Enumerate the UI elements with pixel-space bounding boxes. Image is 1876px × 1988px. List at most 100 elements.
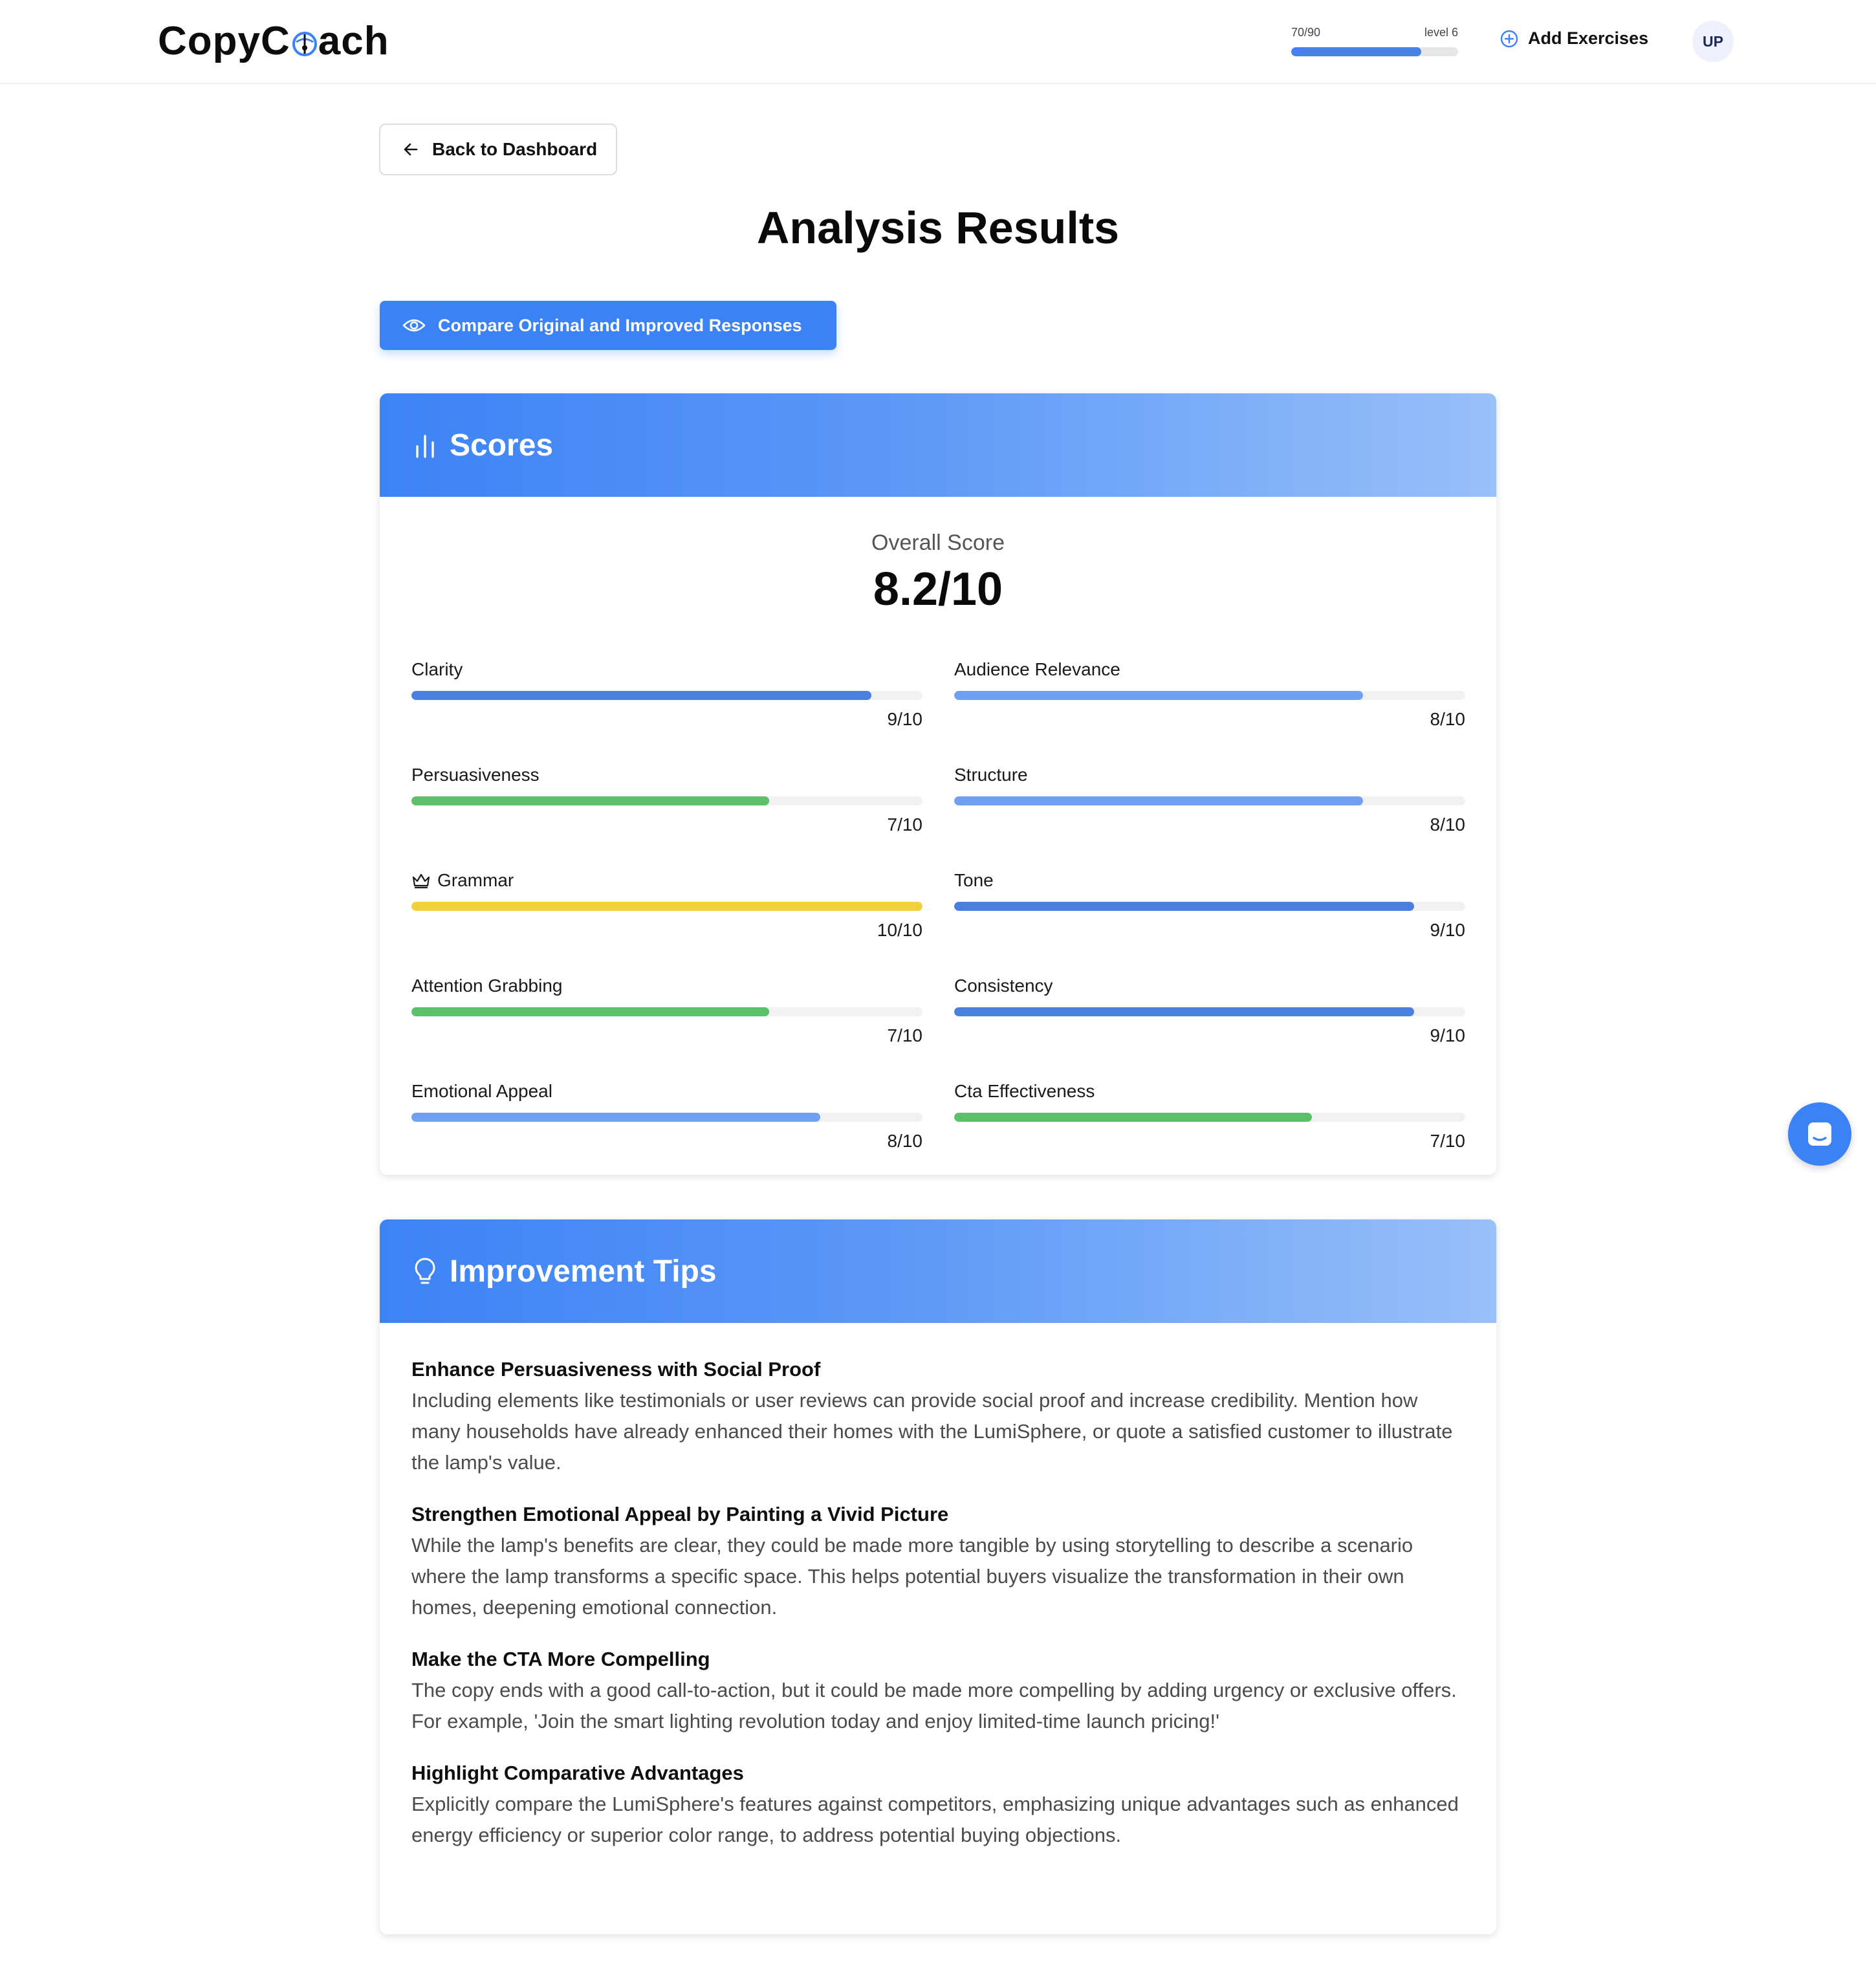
coach-ball-icon (292, 31, 317, 56)
score-bar-track (411, 796, 922, 805)
score-metric-value: 7/10 (887, 814, 923, 835)
score-bar-track (954, 902, 1465, 911)
score-metric-value: 9/10 (1430, 920, 1466, 940)
score-metric-label-row: Audience Relevance (954, 658, 1465, 681)
compare-responses-button[interactable]: Compare Original and Improved Responses (380, 301, 836, 350)
score-metric-label: Cta Effectiveness (954, 1081, 1095, 1101)
plus-circle-icon (1500, 30, 1518, 47)
logo-text-suffix: ach (318, 19, 389, 63)
tip-text: The copy ends with a good call-to-action… (411, 1679, 1457, 1732)
tip-item: Highlight Comparative Advantages Explicit… (411, 1758, 1466, 1851)
tips-card-header: Improvement Tips (380, 1219, 1496, 1323)
tips-heading: Improvement Tips (450, 1254, 717, 1289)
tip-text: Including elements like testimonials or … (411, 1389, 1453, 1474)
level-label: level 6 (1424, 26, 1458, 39)
score-metric-value: 9/10 (887, 709, 923, 729)
score-bar-fill (954, 1007, 1414, 1016)
score-metric-label-row: Structure (954, 763, 1465, 787)
tips-list: Enhance Persuasiveness with Social Proof… (411, 1354, 1466, 1872)
compare-label: Compare Original and Improved Responses (438, 315, 802, 335)
score-metric: Attention Grabbing 7/10 (411, 974, 922, 1046)
tip-title: Make the CTA More Compelling (411, 1648, 710, 1670)
score-bar-fill (954, 691, 1363, 700)
tip-title: Highlight Comparative Advantages (411, 1762, 744, 1784)
add-exercises-button[interactable]: Add Exercises (1500, 28, 1648, 49)
score-metric-label: Persuasiveness (411, 765, 540, 785)
score-bar-track (411, 691, 922, 700)
score-bar-fill (411, 691, 871, 700)
back-label: Back to Dashboard (432, 139, 598, 159)
user-avatar[interactable]: UP (1692, 21, 1734, 62)
score-bar-track (954, 1007, 1465, 1016)
page-title: Analysis Results (756, 202, 1120, 253)
tip-title: Enhance Persuasiveness with Social Proof (411, 1358, 821, 1381)
improvement-tips-card: Improvement Tips Enhance Persuasiveness … (380, 1219, 1496, 1934)
score-metric-label-row: Grammar (411, 869, 922, 892)
score-metric: Cta Effectiveness 7/10 (954, 1080, 1465, 1152)
score-metric-label: Structure (954, 765, 1028, 785)
score-metric-label: Consistency (954, 976, 1053, 996)
lightbulb-icon (415, 1258, 435, 1284)
score-metric-label-row: Consistency (954, 974, 1465, 998)
score-bar-fill (411, 796, 769, 805)
score-metric-label-row: Tone (954, 869, 1465, 892)
score-bar-track (411, 902, 922, 911)
score-metric: Tone 9/10 (954, 869, 1465, 941)
score-metric-label-row: Attention Grabbing (411, 974, 922, 998)
overall-score-label: Overall Score (871, 530, 1005, 555)
score-metric: Grammar 10/10 (411, 869, 922, 941)
score-bar-fill (411, 1007, 769, 1016)
chat-widget-button[interactable] (1788, 1102, 1851, 1166)
scores-card: Scores Overall Score 8.2/10 Clarity 9/10 A… (380, 393, 1496, 1175)
score-metric: Structure 8/10 (954, 763, 1465, 835)
score-metric-value: 8/10 (1430, 814, 1466, 835)
xp-progress-fill (1291, 47, 1422, 56)
chat-icon (1808, 1122, 1831, 1146)
score-metric: Consistency 9/10 (954, 974, 1465, 1046)
score-bar-track (411, 1113, 922, 1122)
score-bar-track (954, 1113, 1465, 1122)
tip-item: Strengthen Emotional Appeal by Painting … (411, 1499, 1466, 1623)
score-metric-value: 9/10 (1430, 1025, 1466, 1045)
score-metric-label: Attention Grabbing (411, 976, 563, 996)
score-metric-label-row: Persuasiveness (411, 763, 922, 787)
xp-progress: 70/90 level 6 (1291, 26, 1458, 56)
score-metric-value: 10/10 (877, 920, 922, 940)
xp-count: 70/90 (1291, 26, 1321, 39)
score-bar-fill (954, 1113, 1312, 1122)
score-metric: Persuasiveness 7/10 (411, 763, 922, 835)
scores-card-header: Scores (380, 393, 1496, 497)
score-metric-label-row: Cta Effectiveness (954, 1080, 1465, 1103)
score-metric-value: 7/10 (1430, 1131, 1466, 1151)
eye-icon (402, 319, 426, 332)
xp-progress-track (1291, 47, 1458, 56)
crown-icon (412, 873, 430, 889)
score-bar-fill (954, 796, 1363, 805)
tip-text: While the lamp's benefits are clear, the… (411, 1534, 1413, 1619)
back-to-dashboard-button[interactable]: Back to Dashboard (379, 124, 617, 175)
score-metric-label: Tone (954, 870, 994, 890)
score-metric-label-row: Emotional Appeal (411, 1080, 922, 1103)
overall-score-value: 8.2/10 (873, 563, 1003, 615)
score-bar-track (954, 691, 1465, 700)
score-metric-value: 7/10 (887, 1025, 923, 1045)
score-bar-fill (411, 1113, 820, 1122)
score-metric-label: Grammar (437, 870, 514, 890)
score-bar-fill (954, 902, 1414, 911)
score-metric: Clarity 9/10 (411, 658, 922, 730)
score-metric-label: Clarity (411, 659, 463, 679)
score-bar-fill (411, 902, 922, 911)
score-metric-label: Emotional Appeal (411, 1081, 552, 1101)
tip-title: Strengthen Emotional Appeal by Painting … (411, 1503, 949, 1525)
score-metric-label: Audience Relevance (954, 659, 1120, 679)
tip-item: Make the CTA More Compelling The copy end… (411, 1644, 1466, 1737)
bar-chart-icon (416, 435, 434, 458)
scores-heading: Scores (450, 428, 554, 463)
score-metric-value: 8/10 (887, 1131, 923, 1151)
app-logo[interactable]: CopyC ach (158, 18, 389, 64)
tip-text: Explicitly compare the LumiSphere's feat… (411, 1793, 1459, 1846)
score-metric: Audience Relevance 8/10 (954, 658, 1465, 730)
score-metric: Emotional Appeal 8/10 (411, 1080, 922, 1152)
logo-text-prefix: CopyC (158, 19, 290, 63)
score-metric-value: 8/10 (1430, 709, 1466, 729)
